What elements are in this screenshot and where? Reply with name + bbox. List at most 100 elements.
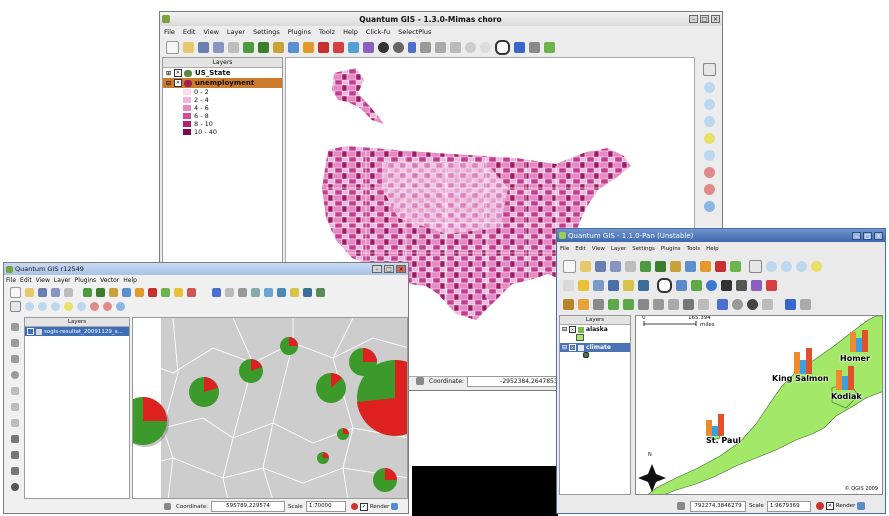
cut-icon[interactable] [683,298,694,310]
north-arrow-icon[interactable] [721,279,732,291]
visibility-checkbox[interactable]: ✕ [569,326,577,333]
menu-layer[interactable]: Layer [227,28,245,36]
menu-edit[interactable]: Edit [183,28,196,36]
layer-row-unemployment[interactable]: ⊟ ✕ unemployment [163,78,282,88]
pan-map-icon[interactable] [702,63,716,76]
messages-icon[interactable] [391,503,399,510]
save-edits-icon[interactable] [277,287,286,297]
menu-help[interactable]: Help [343,28,358,36]
copyright-icon[interactable] [657,277,672,293]
save-project-icon[interactable] [595,260,606,272]
new-project-icon[interactable] [166,40,179,54]
menu-view[interactable]: View [203,28,218,36]
close-button[interactable]: × [396,265,406,273]
chart-icon[interactable] [316,287,325,297]
collapse-icon[interactable]: ⊟ [166,80,171,87]
zoom-out-icon[interactable] [703,99,715,110]
add-wms-icon[interactable] [288,41,299,53]
menu-vector[interactable]: Vector [100,277,119,284]
add-raster-icon[interactable] [96,287,105,297]
node-icon[interactable] [11,355,19,363]
refresh-icon[interactable] [116,301,125,311]
print-icon[interactable] [64,287,73,297]
zoom-next-icon[interactable] [703,184,715,195]
remove-layer-icon[interactable] [148,287,157,297]
zoom-out-icon[interactable] [781,260,792,272]
remove-layer-icon[interactable] [715,260,726,272]
split-icon[interactable] [11,387,19,395]
target-icon[interactable] [480,41,491,53]
zoom-full-icon[interactable] [703,116,715,127]
copyright-icon[interactable] [495,39,510,55]
remove-layer-icon[interactable] [318,41,329,53]
add-vector-icon[interactable] [243,41,254,53]
save-as-icon[interactable] [213,41,224,53]
zoom-full-icon[interactable] [51,301,60,311]
visibility-checkbox[interactable]: ✕ [569,344,577,351]
menu-settings[interactable]: Settings [632,246,655,252]
table-icon[interactable] [593,279,604,291]
move-icon[interactable] [238,287,247,297]
minimize-button[interactable]: – [852,231,861,240]
zoom-selection-icon[interactable] [64,301,73,311]
undo-icon[interactable] [11,435,19,443]
edit-icon[interactable] [408,41,416,53]
add-wms-icon[interactable] [685,260,696,272]
print-icon[interactable] [625,260,636,272]
add-wms-icon[interactable] [122,287,131,297]
plugin-icon[interactable] [730,260,741,272]
edit-icon[interactable] [212,287,221,297]
render-checkbox[interactable]: ✓ [359,502,368,511]
r12549-titlebar[interactable]: Quantum GIS r12549 – □ × [4,263,408,275]
stop-render-icon[interactable] [350,503,358,510]
layer-row-sogis[interactable]: sogis-resultat_20091129_s... [25,327,129,336]
menu-plugins[interactable]: Plugins [661,246,681,252]
plugin-icon[interactable] [161,287,170,297]
undo-icon[interactable] [529,41,540,53]
expand-icon[interactable]: ⊞ [166,70,171,77]
pan-titlebar[interactable]: Quantum GIS - 1.1.0-Pan (Unstable) – □ × [557,229,885,242]
plugin-icon[interactable] [333,41,344,53]
menu-layer[interactable]: Layer [611,246,626,252]
add-raster-icon[interactable] [655,260,666,272]
layer-icon[interactable] [751,279,762,291]
menu-click-fu[interactable]: Click-fu [366,28,390,36]
add-ring-icon[interactable] [653,298,664,310]
menu-help[interactable]: Help [123,277,137,284]
menu-view[interactable]: View [592,246,605,252]
visibility-checkbox[interactable]: ✕ [174,69,183,77]
copy-icon[interactable] [11,403,19,411]
identify-icon[interactable] [363,41,374,53]
add-raster-icon[interactable] [258,41,269,53]
redo-icon[interactable] [11,451,19,459]
zoom-out-icon[interactable] [38,301,47,311]
layer-row-us-state[interactable]: ⊞ ✕ US_State [163,68,282,78]
node-icon[interactable] [450,41,461,53]
zoom-in-icon[interactable] [703,82,715,93]
save-project-icon[interactable] [38,287,47,297]
coordinate-field[interactable]: 595789,229574 [211,501,286,512]
minimize-button[interactable]: – [689,15,698,23]
grass-icon[interactable] [691,279,702,291]
menu-file[interactable]: File [560,246,569,252]
menu-help[interactable]: Help [706,246,719,252]
add-postgis-icon[interactable] [109,287,118,297]
table-icon[interactable] [251,287,260,297]
scale-field[interactable]: 1:70000 [305,501,346,512]
layer-row-alaska[interactable]: ⊟ ✕ alaska [560,325,630,334]
gps-icon[interactable] [747,298,758,310]
zoom-layer-icon[interactable] [703,150,715,161]
stop-render-icon[interactable] [815,502,824,510]
capture-point-icon[interactable] [563,298,574,310]
visibility-checkbox[interactable] [27,328,34,335]
dropdown-icon[interactable] [800,298,811,310]
zoom-selection-icon[interactable] [703,133,715,144]
menu-tools[interactable]: Tools [687,246,701,252]
print-icon[interactable] [228,41,239,53]
paste-icon[interactable] [11,419,19,427]
zoom-in-icon[interactable] [766,260,777,272]
zoom-full-icon[interactable] [796,260,807,272]
zoom-tool-icon[interactable] [465,41,476,53]
menu-settings[interactable]: Settings [253,28,280,36]
zoom-in-icon[interactable] [25,301,34,311]
